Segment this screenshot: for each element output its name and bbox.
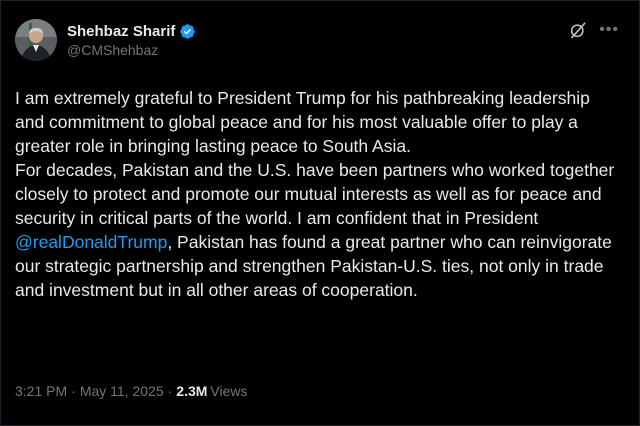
tweet-header: Shehbaz Sharif @CMShehbaz ••• (15, 19, 625, 67)
author-names: Shehbaz Sharif @CMShehbaz (67, 21, 196, 58)
meta-separator: · (71, 383, 76, 399)
author-handle[interactable]: @CMShehbaz (67, 42, 196, 58)
meta-separator-2: · (167, 383, 173, 399)
tweet-date[interactable]: May 11, 2025 (80, 383, 164, 399)
mention-link[interactable]: @realDonaldTrump (15, 232, 167, 252)
views-count[interactable]: 2.3M (176, 383, 207, 399)
author-display-name[interactable]: Shehbaz Sharif (67, 23, 175, 40)
tweet-text: I am extremely grateful to President Tru… (15, 86, 615, 302)
grok-icon[interactable] (569, 21, 587, 39)
tweet-meta: 3:21 PM · May 11, 2025 · 2.3M Views (15, 383, 248, 399)
tweet-time[interactable]: 3:21 PM (15, 383, 67, 399)
avatar[interactable] (15, 19, 57, 61)
header-actions: ••• (569, 21, 619, 39)
name-row: Shehbaz Sharif (67, 21, 196, 41)
avatar-photo (15, 19, 57, 61)
more-options-icon[interactable]: ••• (599, 21, 619, 39)
views-label: Views (210, 383, 248, 399)
tweet-text-part1: I am extremely grateful to President Tru… (15, 88, 615, 228)
tweet-card: Shehbaz Sharif @CMShehbaz ••• I am extre… (0, 0, 640, 426)
verified-badge-icon[interactable] (179, 23, 196, 40)
